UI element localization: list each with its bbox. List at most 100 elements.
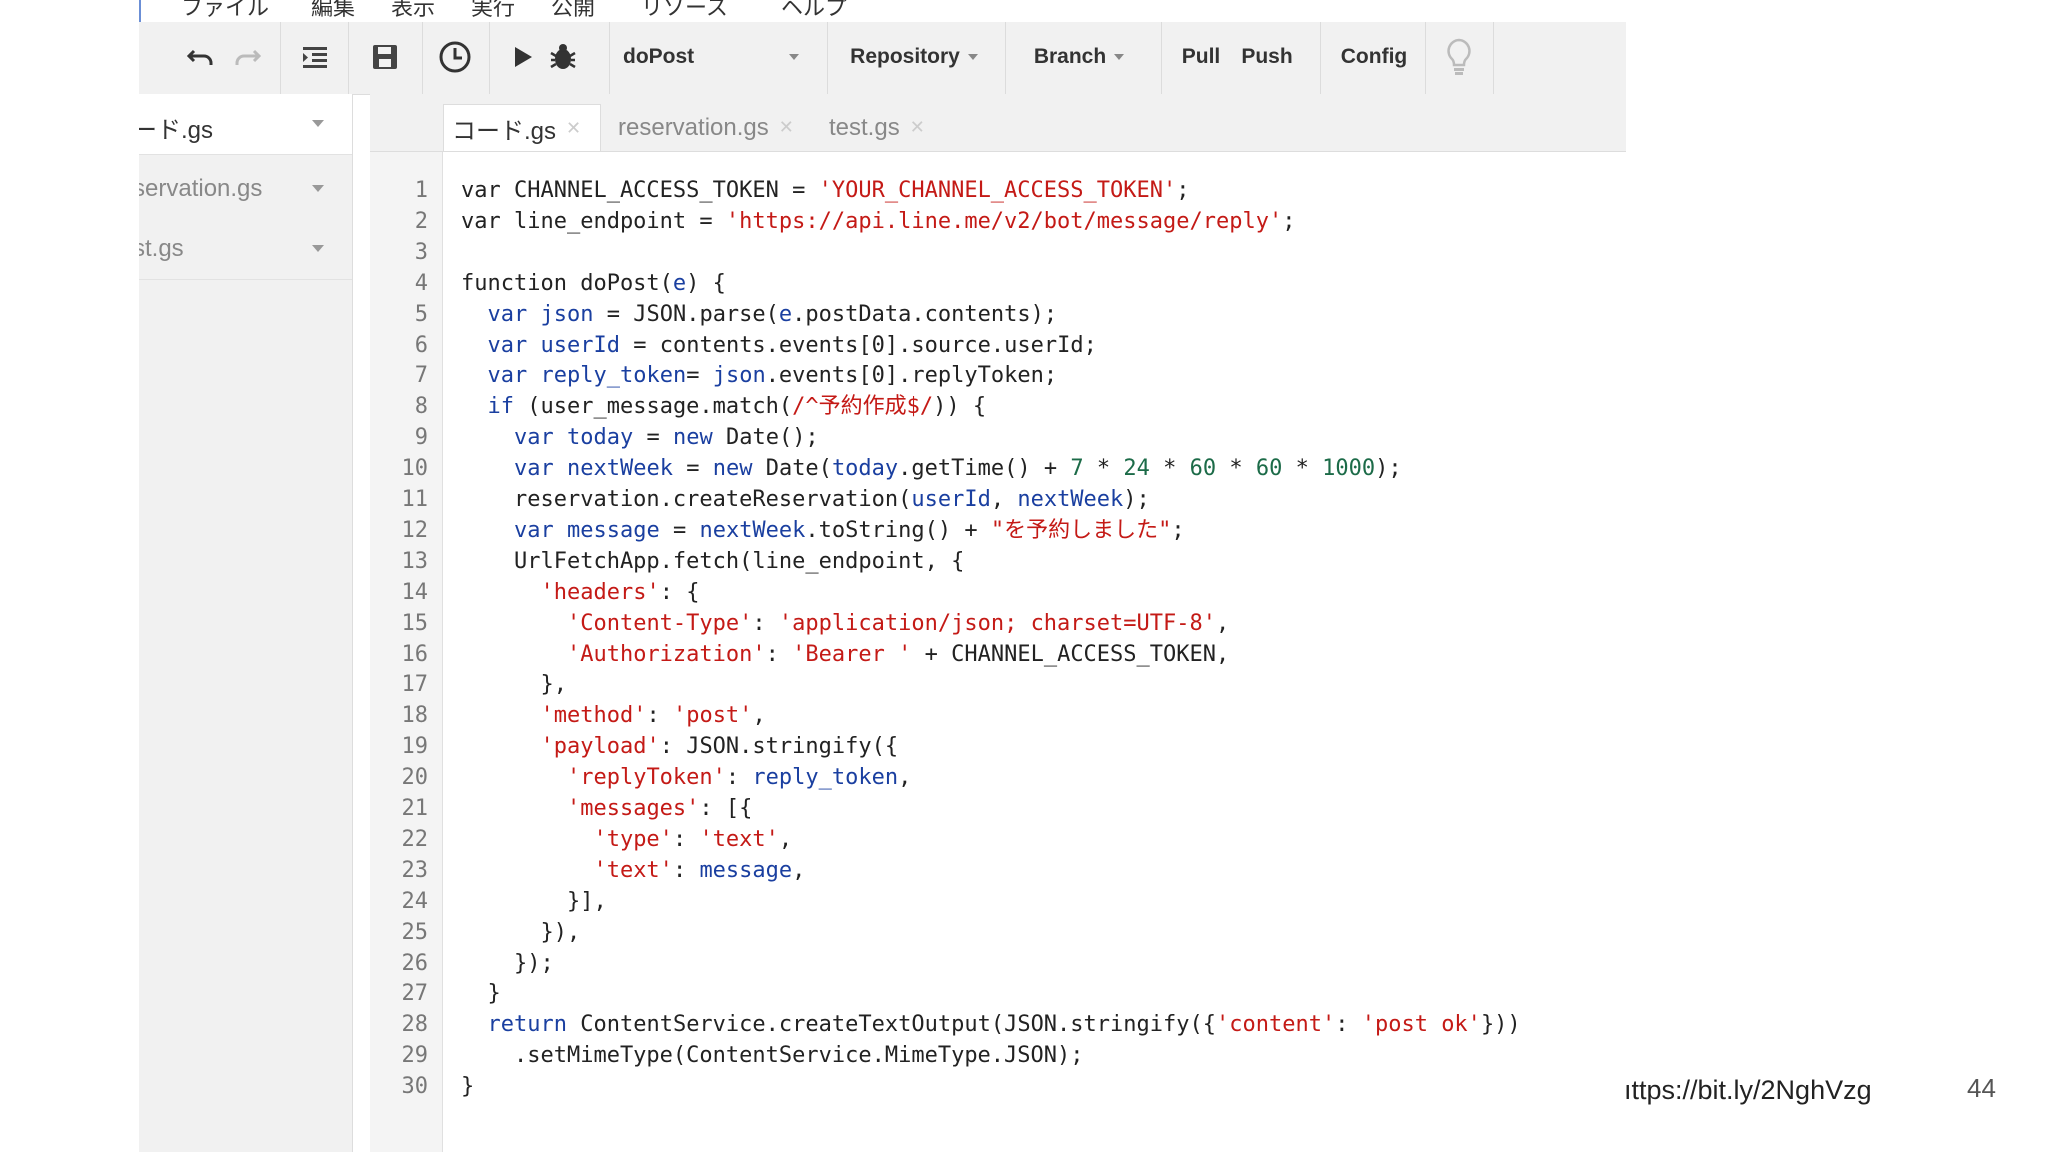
code-line[interactable]: 17 }, (370, 669, 1626, 700)
code-text[interactable]: }); (461, 948, 554, 979)
line-number: 18 (401, 703, 429, 729)
code-line[interactable]: 6 var userId = contents.events[0].source… (370, 330, 1626, 361)
code-text[interactable]: 'type': 'text', (461, 824, 792, 855)
code-line[interactable]: 15 'Content-Type': 'application/json; ch… (370, 608, 1626, 639)
code-text[interactable]: }, (461, 669, 567, 700)
code-line[interactable]: 30} (370, 1071, 1626, 1102)
code-text[interactable]: var nextWeek = new Date(today.getTime() … (461, 453, 1402, 484)
chevron-down-icon[interactable] (312, 120, 324, 127)
tab-label: test.gs (829, 113, 900, 141)
pull-button[interactable]: Pull (1175, 32, 1227, 82)
code-line[interactable]: 2 var line_endpoint = 'https://api.line.m… (370, 206, 1626, 237)
code-text[interactable]: }), (461, 917, 580, 948)
code-line[interactable]: 5 var json = JSON.parse(e.postData.conte… (370, 299, 1626, 330)
close-icon[interactable]: ✕ (779, 117, 794, 138)
code-line[interactable]: 24 }], (370, 886, 1626, 917)
redo-icon[interactable] (227, 32, 267, 82)
tab-code-gs[interactable]: コード.gs ✕ (443, 104, 601, 151)
clock-icon[interactable] (435, 32, 475, 82)
code-line[interactable]: 26 }); (370, 948, 1626, 979)
menu-file[interactable]: ファイル (181, 0, 269, 22)
menu-run[interactable]: 実行 (471, 0, 515, 22)
debug-icon[interactable] (543, 32, 583, 82)
code-line[interactable]: 20 'replyToken': reply_token, (370, 762, 1626, 793)
menu-publish[interactable]: 公開 (551, 0, 595, 22)
code-line[interactable]: 29 .setMimeType(ContentService.MimeType.… (370, 1040, 1626, 1071)
code-line[interactable]: 1 var CHANNEL_ACCESS_TOKEN = 'YOUR_CHANNE… (370, 175, 1626, 206)
function-select[interactable]: doPost (623, 32, 800, 82)
branch-menu[interactable]: Branch (1019, 32, 1139, 82)
code-text[interactable]: }], (461, 886, 607, 917)
code-text[interactable]: var CHANNEL_ACCESS_TOKEN = 'YOUR_CHANNEL… (461, 175, 1190, 206)
code-line[interactable]: 28 return ContentService.createTextOutpu… (370, 1009, 1626, 1040)
branch-label: Branch (1033, 45, 1107, 68)
code-line[interactable]: 4 function doPost(e) { (370, 268, 1626, 299)
chevron-down-icon (1114, 54, 1125, 60)
code-line[interactable]: 3 (370, 237, 1626, 268)
code-text[interactable]: UrlFetchApp.fetch(line_endpoint, { (461, 546, 964, 577)
tab-test-gs[interactable]: test.gs ✕ (821, 104, 951, 151)
code-line[interactable]: 9 var today = new Date(); (370, 422, 1626, 453)
code-text[interactable]: 'headers': { (461, 577, 699, 608)
code-text[interactable]: } (461, 1071, 474, 1102)
code-text[interactable]: if (user_message.match(/^予約作成$/)) { (461, 391, 987, 422)
code-text[interactable]: .setMimeType(ContentService.MimeType.JSO… (461, 1040, 1084, 1071)
code-text[interactable]: 'messages': [{ (461, 793, 752, 824)
code-line[interactable]: 19 'payload': JSON.stringify({ (370, 731, 1626, 762)
file-item[interactable]: ード.gs (139, 94, 352, 155)
file-item[interactable]: st.gs (139, 219, 352, 280)
code-text[interactable]: function doPost(e) { (461, 268, 726, 299)
menu-resources[interactable]: リソース (641, 0, 728, 22)
code-text[interactable]: var line_endpoint = 'https://api.line.me… (461, 206, 1295, 237)
code-text[interactable]: var json = JSON.parse(e.postData.content… (461, 299, 1058, 330)
code-text[interactable]: var userId = contents.events[0].source.u… (461, 330, 1097, 361)
line-number: 10 (401, 456, 429, 482)
menu-help[interactable]: ヘルプ (781, 0, 847, 22)
code-text[interactable]: 'payload': JSON.stringify({ (461, 731, 898, 762)
code-line[interactable]: 13 UrlFetchApp.fetch(line_endpoint, { (370, 546, 1626, 577)
code-text[interactable]: var reply_token= json.events[0].replyTok… (461, 360, 1058, 391)
chevron-down-icon[interactable] (312, 185, 324, 192)
undo-icon[interactable] (181, 32, 221, 82)
code-line[interactable]: 18 'method': 'post', (370, 700, 1626, 731)
code-line[interactable]: 21 'messages': [{ (370, 793, 1626, 824)
code-text[interactable]: } (461, 978, 500, 1009)
code-text[interactable]: return ContentService.createTextOutput(J… (461, 1009, 1521, 1040)
code-text[interactable]: 'replyToken': reply_token, (461, 762, 911, 793)
code-line[interactable]: 23 'text': message, (370, 855, 1626, 886)
code-line[interactable]: 16 'Authorization': 'Bearer ' + CHANNEL_… (370, 639, 1626, 670)
code-line[interactable]: 27 } (370, 978, 1626, 1009)
code-text[interactable]: 'Authorization': 'Bearer ' + CHANNEL_ACC… (461, 639, 1229, 670)
menu-edit[interactable]: 編集 (311, 0, 355, 22)
push-button[interactable]: Push (1235, 32, 1299, 82)
close-icon[interactable]: ✕ (566, 118, 581, 139)
code-line[interactable]: 22 'type': 'text', (370, 824, 1626, 855)
code-line[interactable]: 11 reservation.createReservation(userId,… (370, 484, 1626, 515)
line-number: 4 (414, 270, 428, 296)
code-text[interactable]: 'method': 'post', (461, 700, 765, 731)
chevron-down-icon[interactable] (312, 245, 324, 252)
menu-bar: ファイル 編集 表示 実行 公開 リソース ヘルプ (139, 0, 1626, 22)
code-text[interactable]: 'Content-Type': 'application/json; chars… (461, 608, 1229, 639)
code-text[interactable]: var today = new Date(); (461, 422, 819, 453)
code-line[interactable]: 12 var message = nextWeek.toString() + "… (370, 515, 1626, 546)
run-icon[interactable] (505, 32, 541, 82)
repository-menu[interactable]: Repository (839, 32, 989, 82)
menu-view[interactable]: 表示 (391, 0, 435, 22)
code-line[interactable]: 7 var reply_token= json.events[0].replyT… (370, 360, 1626, 391)
code-text[interactable]: reservation.createReservation(userId, ne… (461, 484, 1150, 515)
code-line[interactable]: 10 var nextWeek = new Date(today.getTime… (370, 453, 1626, 484)
code-line[interactable]: 8 if (user_message.match(/^予約作成$/)) { (370, 391, 1626, 422)
code-line[interactable]: 14 'headers': { (370, 577, 1626, 608)
code-text[interactable]: var message = nextWeek.toString() + "を予約… (461, 515, 1185, 546)
line-number: 3 (414, 239, 428, 265)
tab-reservation-gs[interactable]: reservation.gs ✕ (610, 104, 815, 151)
code-text[interactable]: 'text': message, (461, 855, 805, 886)
code-line[interactable]: 25 }), (370, 917, 1626, 948)
lightbulb-icon[interactable] (1439, 32, 1479, 82)
indent-icon[interactable] (295, 32, 335, 82)
save-icon[interactable] (365, 32, 405, 82)
config-button[interactable]: Config (1331, 32, 1417, 82)
file-item[interactable]: servation.gs (139, 159, 352, 220)
close-icon[interactable]: ✕ (910, 117, 925, 138)
